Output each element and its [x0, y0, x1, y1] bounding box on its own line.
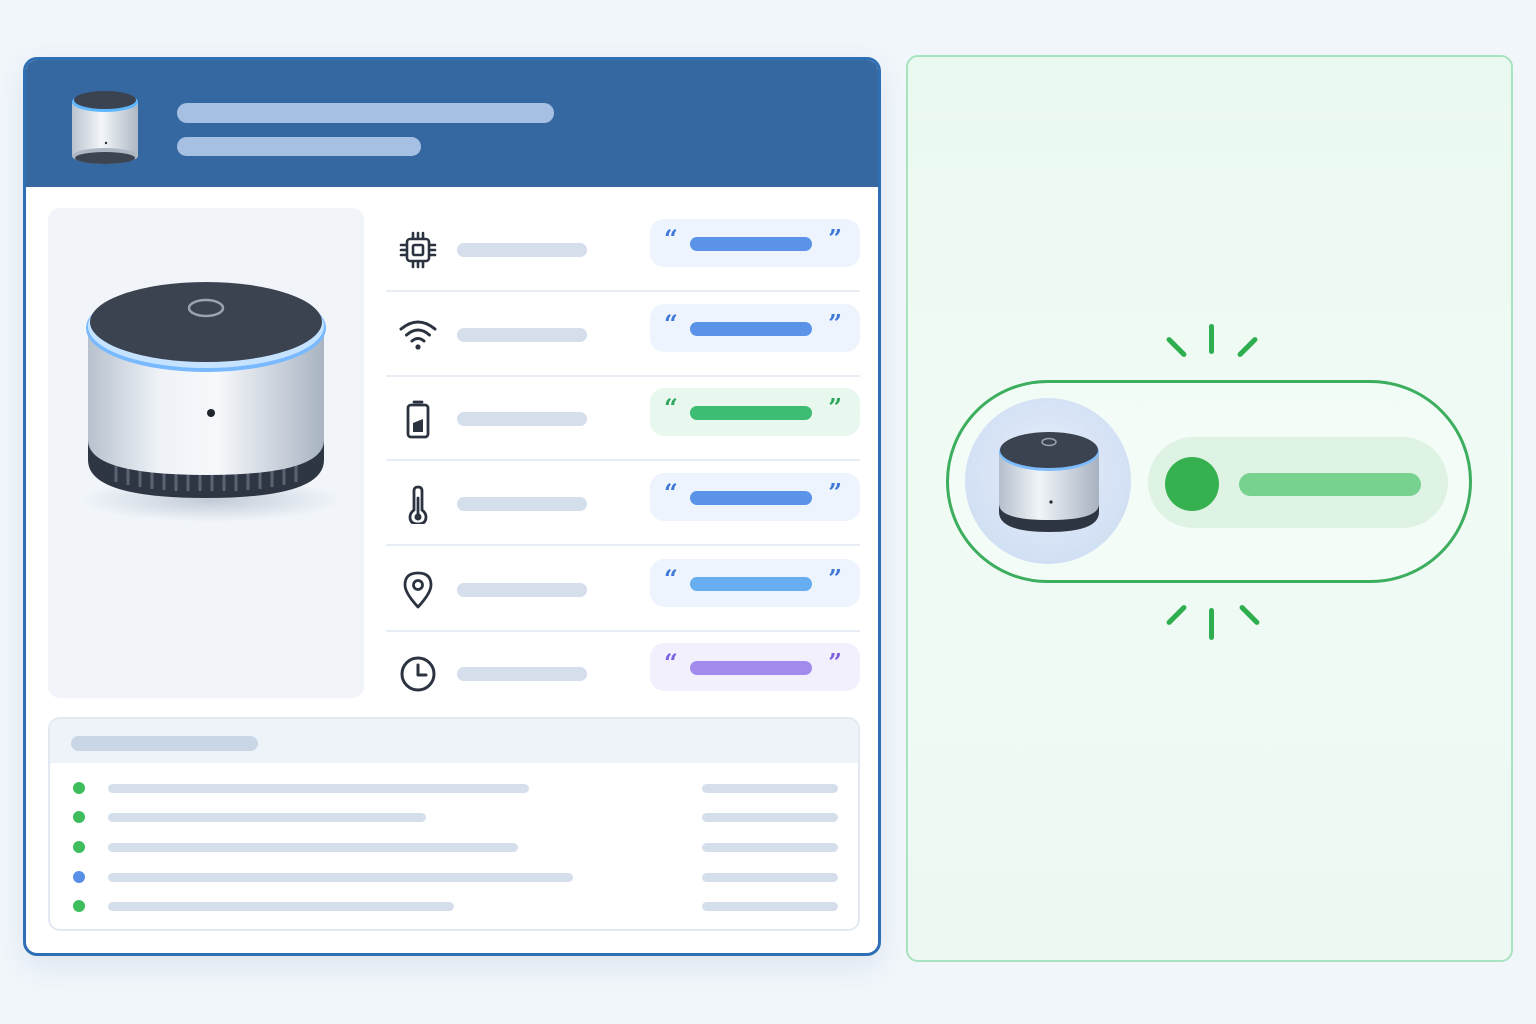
spec-row-wifi: “ ” [386, 293, 860, 377]
status-dot [73, 811, 85, 823]
close-quote: ” [828, 478, 842, 507]
row-divider [386, 459, 860, 461]
smart-speaker-image [999, 432, 1099, 532]
location-pin-icon [403, 571, 433, 609]
connection-status-text [1239, 473, 1421, 496]
log-entry-time [702, 843, 838, 852]
open-quote: “ [664, 478, 678, 507]
spec-row-location: “ ” [386, 548, 860, 632]
log-entry-time [702, 902, 838, 911]
open-quote: “ [664, 309, 678, 338]
device-subtitle [177, 137, 421, 156]
spec-value-chip: “ ” [650, 643, 860, 691]
device-title [177, 103, 554, 123]
close-quote: ” [828, 564, 842, 593]
spec-value [690, 577, 812, 591]
spec-value [690, 322, 812, 336]
close-quote: ” [828, 393, 842, 422]
log-entry-text [108, 784, 529, 793]
open-quote: “ [664, 393, 678, 422]
spec-row-temperature: “ ” [386, 462, 860, 546]
log-entry-text [108, 873, 573, 882]
smart-speaker-image [81, 282, 336, 522]
battery-icon [406, 400, 430, 439]
open-quote: “ [664, 224, 678, 253]
spec-value-chip: “ ” [650, 473, 860, 521]
wifi-icon [399, 320, 437, 350]
spec-label [457, 412, 587, 426]
spec-label [457, 497, 587, 511]
close-quote: ” [828, 648, 842, 677]
spec-row-battery: “ ” [386, 377, 860, 461]
connected-device-avatar [965, 398, 1131, 564]
close-quote: ” [828, 224, 842, 253]
device-image-card [48, 208, 364, 698]
spec-row-uptime: “ ” [386, 632, 860, 716]
thermometer-icon [408, 485, 428, 524]
log-entry-time [702, 873, 838, 882]
clock-icon [400, 656, 436, 692]
row-divider [386, 290, 860, 292]
signal-ray [1209, 608, 1214, 640]
connected-indicator [1165, 457, 1219, 511]
spec-label [457, 243, 587, 257]
spec-label [457, 667, 587, 681]
spec-label [457, 328, 587, 342]
spec-value [690, 237, 812, 251]
status-dot [73, 782, 85, 794]
status-dot [73, 900, 85, 912]
status-dot [73, 841, 85, 853]
spec-row-processor: “ ” [386, 208, 860, 292]
activity-log [48, 717, 860, 931]
log-entry-text [108, 902, 454, 911]
log-entry-time [702, 784, 838, 793]
open-quote: “ [664, 564, 678, 593]
device-thumbnail [72, 91, 138, 164]
signal-ray [1209, 324, 1214, 354]
log-entry-text [108, 843, 518, 852]
spec-value-chip: “ ” [650, 219, 860, 267]
open-quote: “ [664, 648, 678, 677]
spec-value-chip: “ ” [650, 388, 860, 436]
device-detail-panel: “ ” “ ” “ ” “ ” “ ” “ ” [23, 57, 881, 956]
status-dot [73, 871, 85, 883]
close-quote: ” [828, 309, 842, 338]
spec-value [690, 661, 812, 675]
row-divider [386, 544, 860, 546]
panel-header [26, 60, 878, 187]
spec-label [457, 583, 587, 597]
log-entry-text [108, 813, 426, 822]
spec-value-chip: “ ” [650, 304, 860, 352]
log-entry-time [702, 813, 838, 822]
activity-log-title [71, 736, 258, 751]
spec-value [690, 406, 812, 420]
spec-value [690, 491, 812, 505]
activity-log-header [50, 719, 858, 763]
spec-value-chip: “ ” [650, 559, 860, 607]
chip-icon [399, 231, 437, 269]
